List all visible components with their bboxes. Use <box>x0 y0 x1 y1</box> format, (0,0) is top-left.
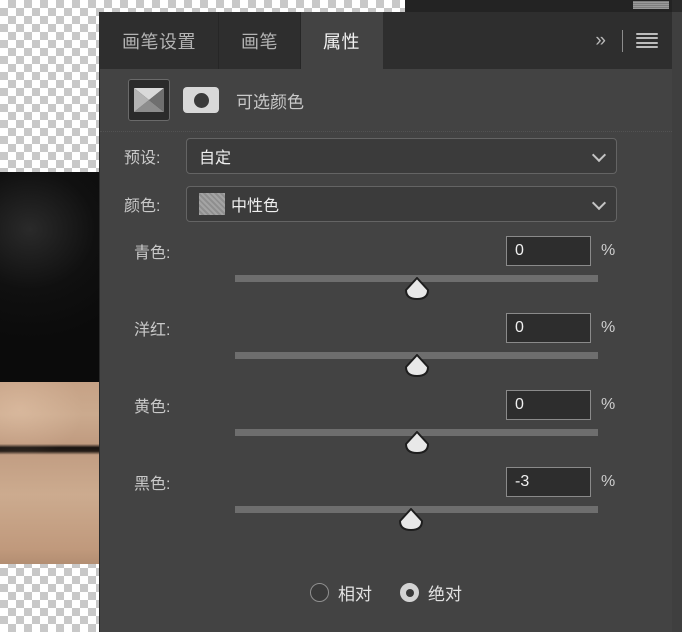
panel-tab-tools: » <box>591 12 658 69</box>
magenta-input[interactable]: 0 <box>506 313 591 343</box>
tab-brush[interactable]: 画笔 <box>219 12 301 69</box>
preset-value: 自定 <box>199 150 232 167</box>
black-input[interactable]: -3 <box>506 467 591 497</box>
slider-header-magenta: 洋红: 0 % <box>134 305 617 351</box>
radio-absolute-circle[interactable] <box>400 583 419 602</box>
slider-header-yellow: 黄色: 0 % <box>134 382 617 428</box>
adjacent-panel-column <box>672 0 682 632</box>
tab-label: 属性 <box>323 31 360 52</box>
cyan-slider-thumb[interactable] <box>404 277 430 301</box>
canvas-image-dark-region <box>0 172 99 402</box>
cyan-unit: % <box>601 242 616 259</box>
slider-row-cyan: 青色: 0 % <box>100 228 672 305</box>
selective-color-icon[interactable] <box>128 79 170 121</box>
slider-row-yellow: 黄色: 0 % <box>100 382 672 459</box>
background-toolbar-chip <box>633 1 669 9</box>
slider-header-cyan: 青色: 0 % <box>134 228 617 274</box>
yellow-unit: % <box>601 396 616 413</box>
colors-row: 颜色: 中性色 <box>100 180 672 228</box>
yellow-slider-thumb[interactable] <box>404 431 430 455</box>
magenta-unit: % <box>601 319 616 336</box>
layer-mask-icon[interactable] <box>183 87 219 113</box>
chevron-down-icon <box>591 195 607 211</box>
expand-chevrons-icon[interactable]: » <box>591 29 609 52</box>
adjacent-panel-column-top <box>672 0 682 12</box>
slider-header-black: 黑色: -3 % <box>134 459 617 505</box>
radio-relative-circle[interactable] <box>310 583 329 602</box>
colors-label: 颜色: <box>124 198 161 215</box>
background-toolbar-strip <box>405 0 682 12</box>
yellow-input[interactable]: 0 <box>506 390 591 420</box>
bowtie-glyph <box>134 88 164 112</box>
magenta-slider-thumb[interactable] <box>404 354 430 378</box>
method-radio-group: 相对 绝对 <box>100 580 672 605</box>
black-slider[interactable] <box>235 506 598 534</box>
slider-row-black: 黑色: -3 % <box>100 459 672 536</box>
properties-panel: 画笔设置 画笔 属性 » 可选颜色 预设: 自定 颜色: 中性色 青色: 0 %… <box>99 12 672 632</box>
hamburger-menu-icon[interactable] <box>636 32 658 49</box>
radio-absolute-label: 绝对 <box>428 585 462 604</box>
canvas-image-light-region <box>0 382 99 564</box>
magenta-label: 洋红: <box>134 322 171 339</box>
radio-relative[interactable]: 相对 <box>310 580 372 605</box>
tab-brush-settings[interactable]: 画笔设置 <box>100 12 219 69</box>
black-label: 黑色: <box>134 476 171 493</box>
adjustment-title: 可选颜色 <box>236 92 304 112</box>
radio-absolute[interactable]: 绝对 <box>400 580 462 605</box>
panel-tab-bar: 画笔设置 画笔 属性 » <box>100 12 672 69</box>
color-swatch <box>199 193 225 215</box>
chevron-down-icon <box>591 147 607 163</box>
radio-relative-label: 相对 <box>338 585 372 604</box>
preset-label: 预设: <box>124 150 161 167</box>
tab-properties[interactable]: 属性 <box>301 12 383 69</box>
preset-dropdown[interactable]: 自定 <box>186 138 617 174</box>
tab-label: 画笔 <box>241 31 278 52</box>
colors-value: 中性色 <box>231 198 280 215</box>
panel-body: 预设: 自定 颜色: 中性色 青色: 0 % 洋红: 0 % 黄色: 0 % 黑… <box>100 132 672 536</box>
cyan-slider[interactable] <box>235 275 598 303</box>
adjustment-header: 可选颜色 <box>100 69 672 132</box>
tab-label: 画笔设置 <box>122 31 196 52</box>
magenta-slider[interactable] <box>235 352 598 380</box>
yellow-slider[interactable] <box>235 429 598 457</box>
cyan-input[interactable]: 0 <box>506 236 591 266</box>
cyan-label: 青色: <box>134 245 171 262</box>
mask-dot-glyph <box>193 92 209 108</box>
black-unit: % <box>601 473 616 490</box>
slider-row-magenta: 洋红: 0 % <box>100 305 672 382</box>
preset-row: 预设: 自定 <box>100 132 672 180</box>
colors-dropdown[interactable]: 中性色 <box>186 186 617 222</box>
black-slider-thumb[interactable] <box>398 508 424 532</box>
tools-divider <box>622 29 623 52</box>
screen: 画笔设置 画笔 属性 » 可选颜色 预设: 自定 颜色: 中性色 青色: 0 %… <box>0 0 682 632</box>
yellow-label: 黄色: <box>134 399 171 416</box>
